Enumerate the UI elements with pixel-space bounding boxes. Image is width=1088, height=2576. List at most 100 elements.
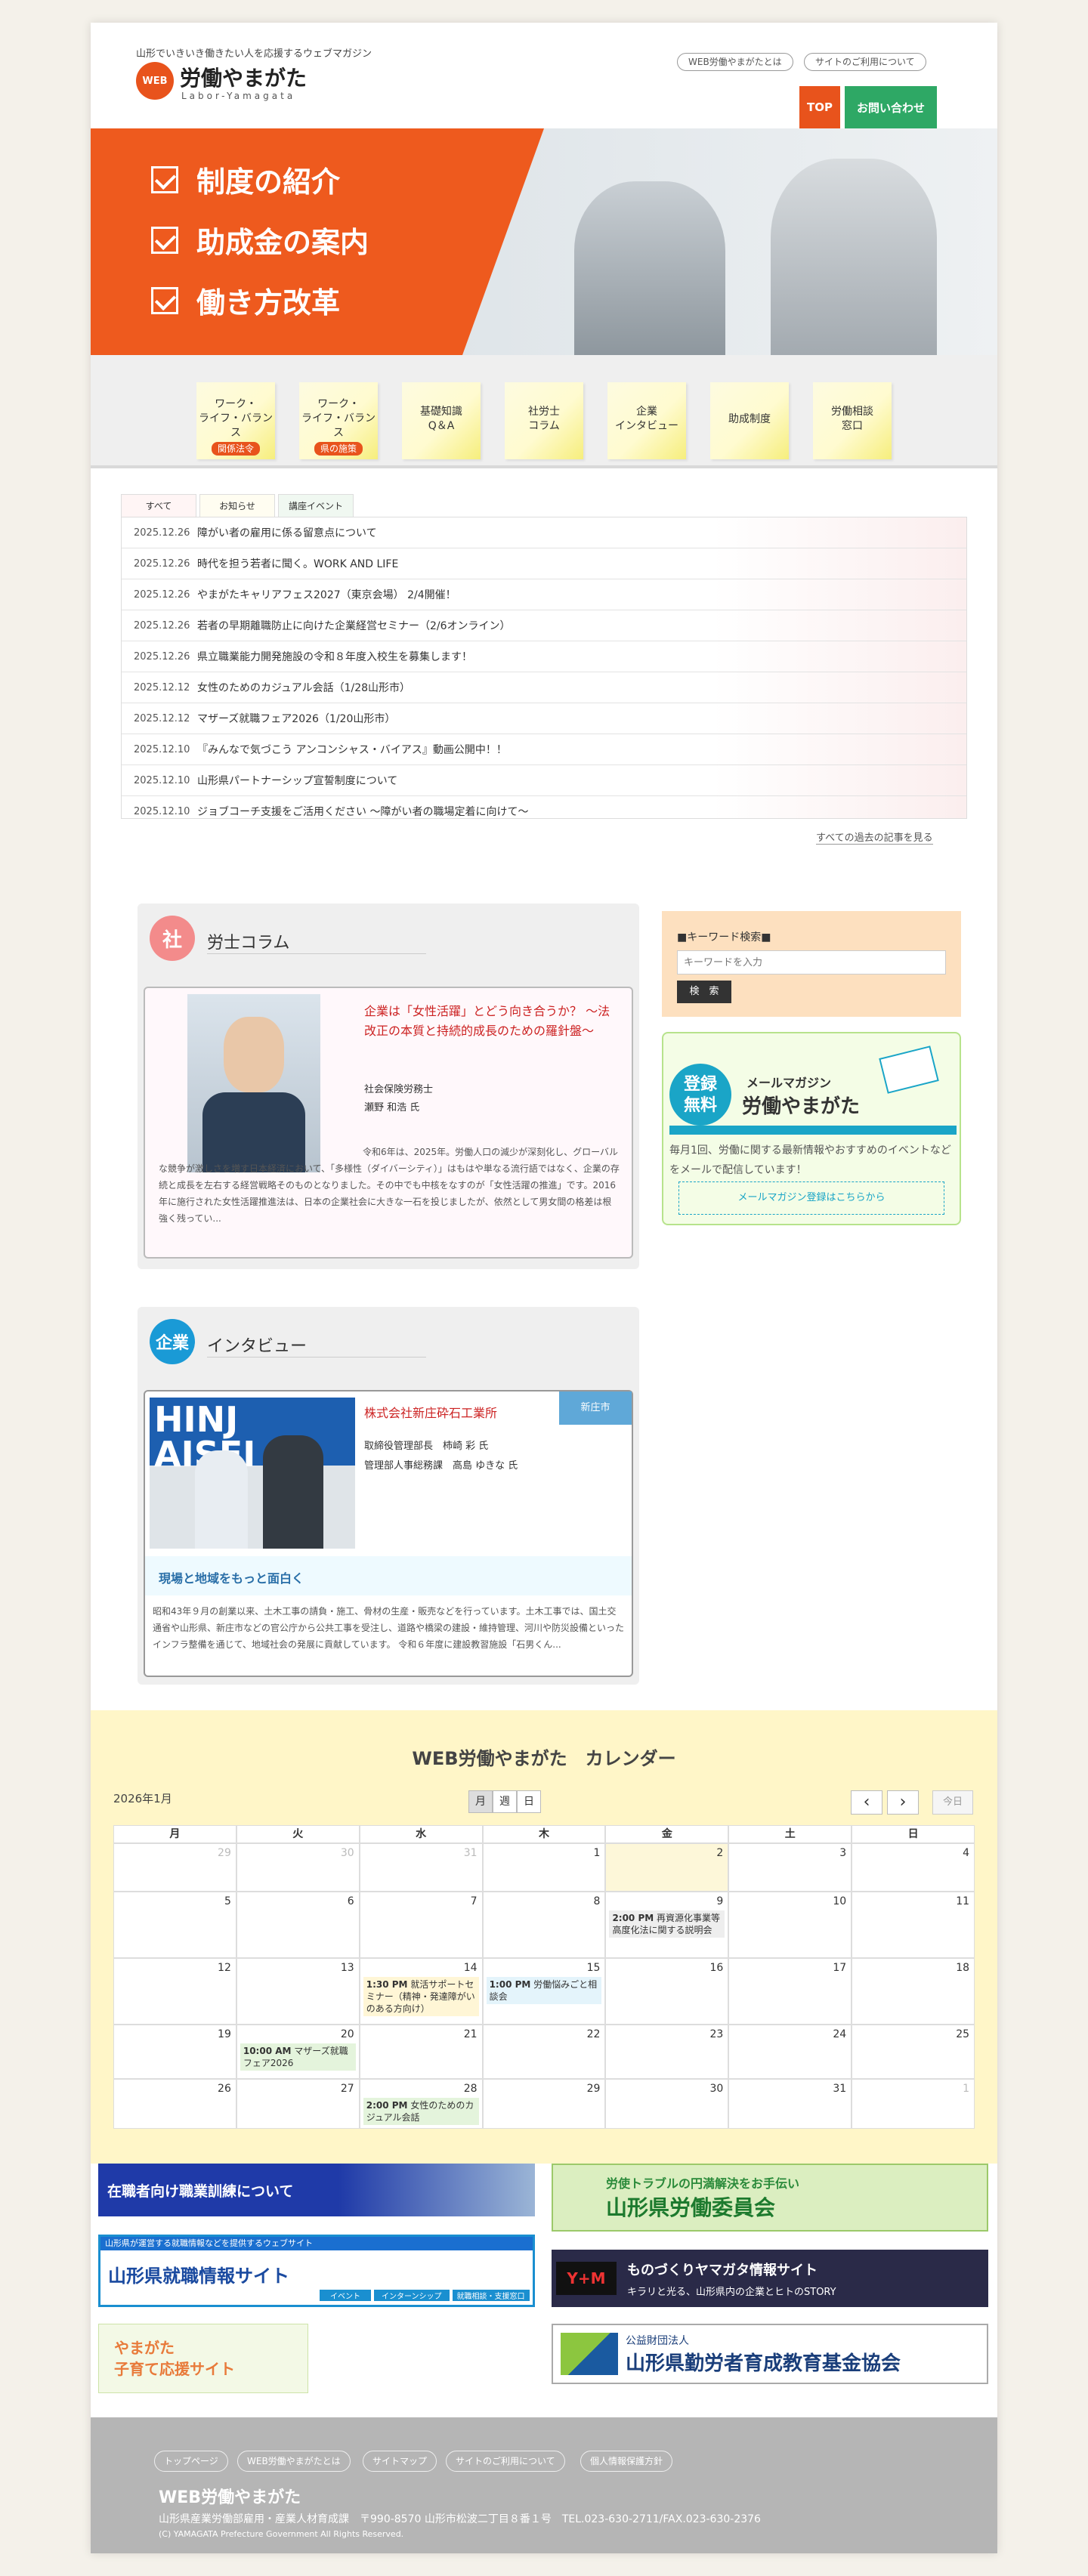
tab-events[interactable]: 講座イベント — [278, 494, 354, 517]
calendar-event[interactable]: 1:30 PM 就活サポートセミナー（精神・発達障がいのある方向け） — [363, 1977, 479, 2016]
mail-magazine-box[interactable]: 登録 無料 メールマガジン 労働やまがた 毎月1回、労働に関する最新情報やおすす… — [662, 1032, 961, 1225]
calendar-day-cell[interactable]: 31 — [728, 2079, 852, 2129]
calendar-day-cell[interactable]: 10 — [728, 1892, 852, 1958]
calendar-day-cell[interactable]: 28 2:00 PM 女性のためのカジュアル会話 — [359, 2079, 483, 2129]
column-card[interactable]: 企業は「女性活躍」とどう向き合うか？ ～法改正の本質と持続的成長のための羅針盤～… — [144, 987, 633, 1259]
calendar-day-cell[interactable]: 16 — [605, 1958, 729, 2025]
footer-link-top[interactable]: トップページ — [154, 2451, 228, 2472]
news-title[interactable]: マザーズ就職フェア2026（1/20山形市） — [197, 711, 395, 726]
calendar-prev-button[interactable]: ‹ — [851, 1790, 882, 1815]
news-title[interactable]: 若者の早期離職防止に向けた企業経営セミナー（2/6オンライン） — [197, 618, 511, 633]
calendar-day-cell[interactable]: 27 — [236, 2079, 360, 2129]
news-item[interactable]: 2025.12.10 『みんなで気づこう アンコンシャス・バイアス』動画公開中！！ — [122, 734, 966, 765]
calendar-day-cell[interactable]: 4 — [852, 1843, 975, 1892]
news-title[interactable]: 女性のためのカジュアル会話（1/28山形市） — [197, 680, 410, 695]
calendar-day-cell[interactable]: 29 — [482, 2079, 606, 2129]
calendar-day-cell[interactable]: 23 — [605, 2025, 729, 2079]
calendar-day-cell[interactable]: 20 10:00 AM マザーズ就職フェア2026 — [236, 2025, 360, 2079]
calendar-day-cell[interactable]: 6 — [236, 1892, 360, 1958]
footer-link-usage[interactable]: サイトのご利用について — [446, 2451, 565, 2472]
calendar-day-cell[interactable]: 5 — [113, 1892, 236, 1958]
footer-link-sitemap[interactable]: サイトマップ — [363, 2451, 437, 2472]
tab-notice[interactable]: お知らせ — [199, 494, 275, 517]
calendar-day-cell[interactable]: 7 — [359, 1892, 483, 1958]
news-item[interactable]: 2025.12.10 ジョブコーチ支援をご活用ください ～障がい者の職場定着に向け… — [122, 796, 966, 819]
news-title[interactable]: 時代を担う若者に聞く。WORK AND LIFE — [197, 556, 398, 571]
calendar-day-cell[interactable]: 19 — [113, 2025, 236, 2079]
news-title[interactable]: やまがたキャリアフェス2027（東京会場） 2/4開催！ — [197, 587, 456, 602]
news-item[interactable]: 2025.12.12 女性のためのカジュアル会話（1/28山形市） — [122, 672, 966, 703]
mail-register-button[interactable]: メールマガジン登録はこちらから — [678, 1181, 944, 1215]
calendar-day-cell[interactable]: 14 1:30 PM 就活サポートセミナー（精神・発達障がいのある方向け） — [359, 1958, 483, 2025]
banner-monozukuri[interactable]: Y+M ものづくりヤマガタ情報サイト キラリと光る、山形県内の企業とヒトのSTO… — [552, 2250, 988, 2307]
calendar-day-cell[interactable]: 3 — [728, 1843, 852, 1892]
calendar-day-cell[interactable]: 8 — [482, 1892, 606, 1958]
calendar-day-cell[interactable]: 12 — [113, 1958, 236, 2025]
calendar-day-cell[interactable]: 21 — [359, 2025, 483, 2079]
news-item[interactable]: 2025.12.10 山形県パートナーシップ宣誓制度について — [122, 765, 966, 796]
banner-job-info-site[interactable]: 山形県が運営する就職情報などを提供するウェブサイト 山形県就職情報サイト イベン… — [98, 2235, 535, 2307]
past-articles-link[interactable]: すべての過去の記事を見る — [816, 829, 933, 845]
calendar-next-button[interactable]: › — [887, 1790, 919, 1815]
news-title[interactable]: 障がい者の雇用に係る留意点について — [197, 525, 377, 540]
banner-childcare-site[interactable]: やまがた 子育て応援サイト — [98, 2324, 308, 2393]
view-month-button[interactable]: 月 — [468, 1790, 493, 1813]
contact-button[interactable]: お問い合わせ — [845, 86, 937, 128]
calendar-day-cell[interactable]: 26 — [113, 2079, 236, 2129]
nav-subsidy[interactable]: 助成制度 — [710, 382, 789, 459]
view-day-button[interactable]: 日 — [517, 1790, 541, 1813]
nav-qa[interactable]: 基礎知識 Q＆A — [402, 382, 481, 459]
calendar-day-cell[interactable]: 24 — [728, 2025, 852, 2079]
news-title[interactable]: 県立職業能力開発施設の令和８年度入校生を募集します！ — [197, 649, 472, 664]
calendar-day-cell[interactable]: 2 — [605, 1843, 729, 1892]
news-title[interactable]: 『みんなで気づこう アンコンシャス・バイアス』動画公開中！！ — [197, 742, 507, 757]
calendar-today-button[interactable]: 今日 — [932, 1790, 973, 1815]
search-button[interactable]: 検 索 — [677, 981, 731, 1003]
footer-link-privacy[interactable]: 個人情報保護方針 — [580, 2451, 673, 2472]
top-button[interactable]: TOP — [799, 86, 840, 128]
banner-vocational-training[interactable]: 在職者向け職業訓練について — [98, 2164, 535, 2216]
calendar-day-cell[interactable]: 22 — [482, 2025, 606, 2079]
news-item[interactable]: 2025.12.26 やまがたキャリアフェス2027（東京会場） 2/4開催！ — [122, 579, 966, 610]
news-title[interactable]: 山形県パートナーシップ宣誓制度について — [197, 773, 397, 788]
interview-card[interactable]: HINJ AISEI 新庄市 株式会社新庄砕石工業所 取締役管理部長 柿崎 彩 … — [144, 1390, 633, 1677]
news-item[interactable]: 2025.12.26 県立職業能力開発施設の令和８年度入校生を募集します！ — [122, 641, 966, 672]
calendar-day-cell[interactable]: 30 — [605, 2079, 729, 2129]
company-name[interactable]: 株式会社新庄砕石工業所 — [364, 1404, 497, 1423]
search-input[interactable] — [677, 950, 946, 974]
calendar-event[interactable]: 10:00 AM マザーズ就職フェア2026 — [240, 2043, 356, 2071]
calendar-day-cell[interactable]: 13 — [236, 1958, 360, 2025]
nav-wlb-policy[interactable]: ワーク・ ライフ・バランス 県の施策 — [299, 382, 378, 459]
site-logo[interactable]: 労働やまがた — [180, 62, 307, 92]
calendar-day-cell[interactable]: 31 — [359, 1843, 483, 1892]
news-item[interactable]: 2025.12.12 マザーズ就職フェア2026（1/20山形市） — [122, 703, 966, 734]
calendar-day-cell[interactable]: 1 — [852, 2079, 975, 2129]
about-link[interactable]: WEB労働やまがたとは — [677, 53, 793, 71]
banner-education-fund[interactable]: 公益財団法人 山形県勤労者育成教育基金協会 — [552, 2324, 988, 2384]
tab-all[interactable]: すべて — [121, 494, 196, 517]
calendar-day-cell[interactable]: 9 2:00 PM 再資源化事業等高度化法に関する説明会 — [605, 1892, 729, 1958]
usage-link[interactable]: サイトのご利用について — [804, 53, 926, 71]
calendar-day-cell[interactable]: 30 — [236, 1843, 360, 1892]
view-week-button[interactable]: 週 — [493, 1790, 517, 1813]
calendar-day-cell[interactable]: 1 — [482, 1843, 606, 1892]
news-title[interactable]: ジョブコーチ支援をご活用ください ～障がい者の職場定着に向けて～ — [197, 804, 528, 818]
calendar-day-cell[interactable]: 15 1:00 PM 労働悩みごと相談会 — [482, 1958, 606, 2025]
calendar-event[interactable]: 2:00 PM 再資源化事業等高度化法に関する説明会 — [609, 1910, 725, 1938]
calendar-day-cell[interactable]: 29 — [113, 1843, 236, 1892]
calendar-day-cell[interactable]: 17 — [728, 1958, 852, 2025]
news-item[interactable]: 2025.12.26 若者の早期離職防止に向けた企業経営セミナー（2/6オンライン… — [122, 610, 966, 641]
news-item[interactable]: 2025.12.26 障がい者の雇用に係る留意点について — [122, 517, 966, 548]
nav-column[interactable]: 社労士 コラム — [505, 382, 583, 459]
news-item[interactable]: 2025.12.26 時代を担う若者に聞く。WORK AND LIFE — [122, 548, 966, 579]
calendar-day-cell[interactable]: 18 — [852, 1958, 975, 2025]
footer-link-about[interactable]: WEB労働やまがたとは — [237, 2451, 351, 2472]
column-article-title[interactable]: 企業は「女性活躍」とどう向き合うか？ ～法改正の本質と持続的成長のための羅針盤～ — [364, 1002, 621, 1041]
calendar-day-cell[interactable]: 25 — [852, 2025, 975, 2079]
calendar-day-cell[interactable]: 11 — [852, 1892, 975, 1958]
banner-labor-committee[interactable]: 労使トラブルの円満解決をお手伝い 山形県労働委員会 — [552, 2164, 988, 2232]
calendar-event[interactable]: 1:00 PM 労働悩みごと相談会 — [486, 1977, 602, 2004]
calendar-event[interactable]: 2:00 PM 女性のためのカジュアル会話 — [363, 2098, 479, 2125]
nav-interview[interactable]: 企業 インタビュー — [607, 382, 686, 459]
nav-wlb-law[interactable]: ワーク・ ライフ・バランス 関係法令 — [196, 382, 275, 459]
